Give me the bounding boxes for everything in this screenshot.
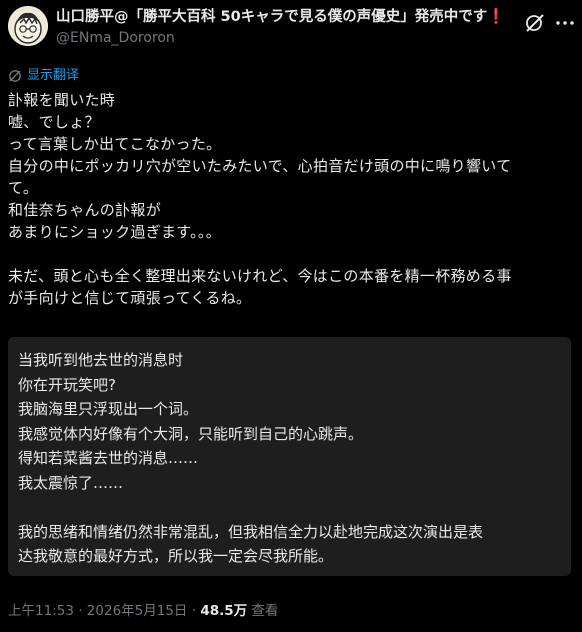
author-block[interactable]: 山口勝平@「勝平大百科 50キャラで見る僕の声優史」発売中です❗ @ENma_D… [56,7,526,48]
translation-line: 达我敬意的最好方式，所以我一定会尽我所能。 [18,547,334,565]
view-label: 查看 [251,603,279,619]
translate-icon [9,70,21,82]
translation-line: 我脑海里只浮现出一个词。 [18,400,199,418]
translation-line: 我的思绪和情绪仍然非常混乱，但我相信全力以赴地完成这次演出是表 [18,522,484,541]
post-meta: 上午11:53 · 2026年5月15日 · 48.5万 查看 [8,601,278,621]
tweet-line: って言葉しか出てこなかった。 [8,135,222,153]
tweet-line: 自分の中にポッカリ穴が空いたみたいで、心拍音だけ頭の中に鳴り響いて [8,157,512,175]
translation-line: 你在开玩笑吧? [18,375,116,394]
translation-line: 我感觉体内好像有个大洞，只能听到自己的心跳声。 [18,424,364,443]
post-time[interactable]: 上午11:53 [8,603,74,619]
translation-line: 我太震惊了…… [18,473,124,492]
meta-separator: · [78,603,83,619]
tweet-line: て。 [8,179,39,197]
tweet-text: 訃報を聞いた時 嘘、でしょ？ って言葉しか出てこなかった。 自分の中にポッカリ穴… [8,89,574,309]
tweet-line: が手向けと信じて頑張ってくるね。 [8,289,252,307]
tweet-line: 嘘、でしょ？ [8,113,100,131]
tweet-line: 未だ、頭と心も全く整理出来ないけれど、今はこの本番を精一杯務める事 [8,267,512,285]
tweet-line: 訃報を聞いた時 [8,91,116,109]
exclamation-icon: ❗ [487,9,506,25]
view-count: 48.5万 [200,603,248,619]
more-options-icon[interactable] [554,12,576,34]
tweet-line: あまりにショック過ぎます。。。 [8,223,222,241]
post: 山口勝平@「勝平大百科 50キャラで見る僕の声優史」発売中です❗ @ENma_D… [0,0,582,632]
author-display-name[interactable]: 山口勝平@「勝平大百科 50キャラで見る僕の声優史」発売中です❗ [56,7,526,27]
author-handle[interactable]: @ENma_Dororon [56,28,526,48]
tweet-line [8,243,574,265]
tweet-line: 和佳奈ちゃんの訃報が [8,201,162,219]
translation-line: 当我听到他去世的消息时 [18,351,184,369]
show-translation-link[interactable]: 显示翻译 [8,68,79,84]
meta-separator: · [191,603,197,619]
avatar[interactable] [8,6,48,46]
translation-box: 当我听到他去世的消息时 你在开玩笑吧? 我脑海里只浮现出一个词。 我感觉体内好像… [8,337,571,576]
post-date[interactable]: 2026年5月15日 [87,603,188,619]
translation-line [18,495,561,520]
translation-line: 得知若菜酱去世的消息…… [18,449,199,467]
grok-icon[interactable] [524,12,546,34]
avatar-portrait-icon [8,6,48,46]
show-translation-label[interactable]: 显示翻译 [27,68,79,84]
